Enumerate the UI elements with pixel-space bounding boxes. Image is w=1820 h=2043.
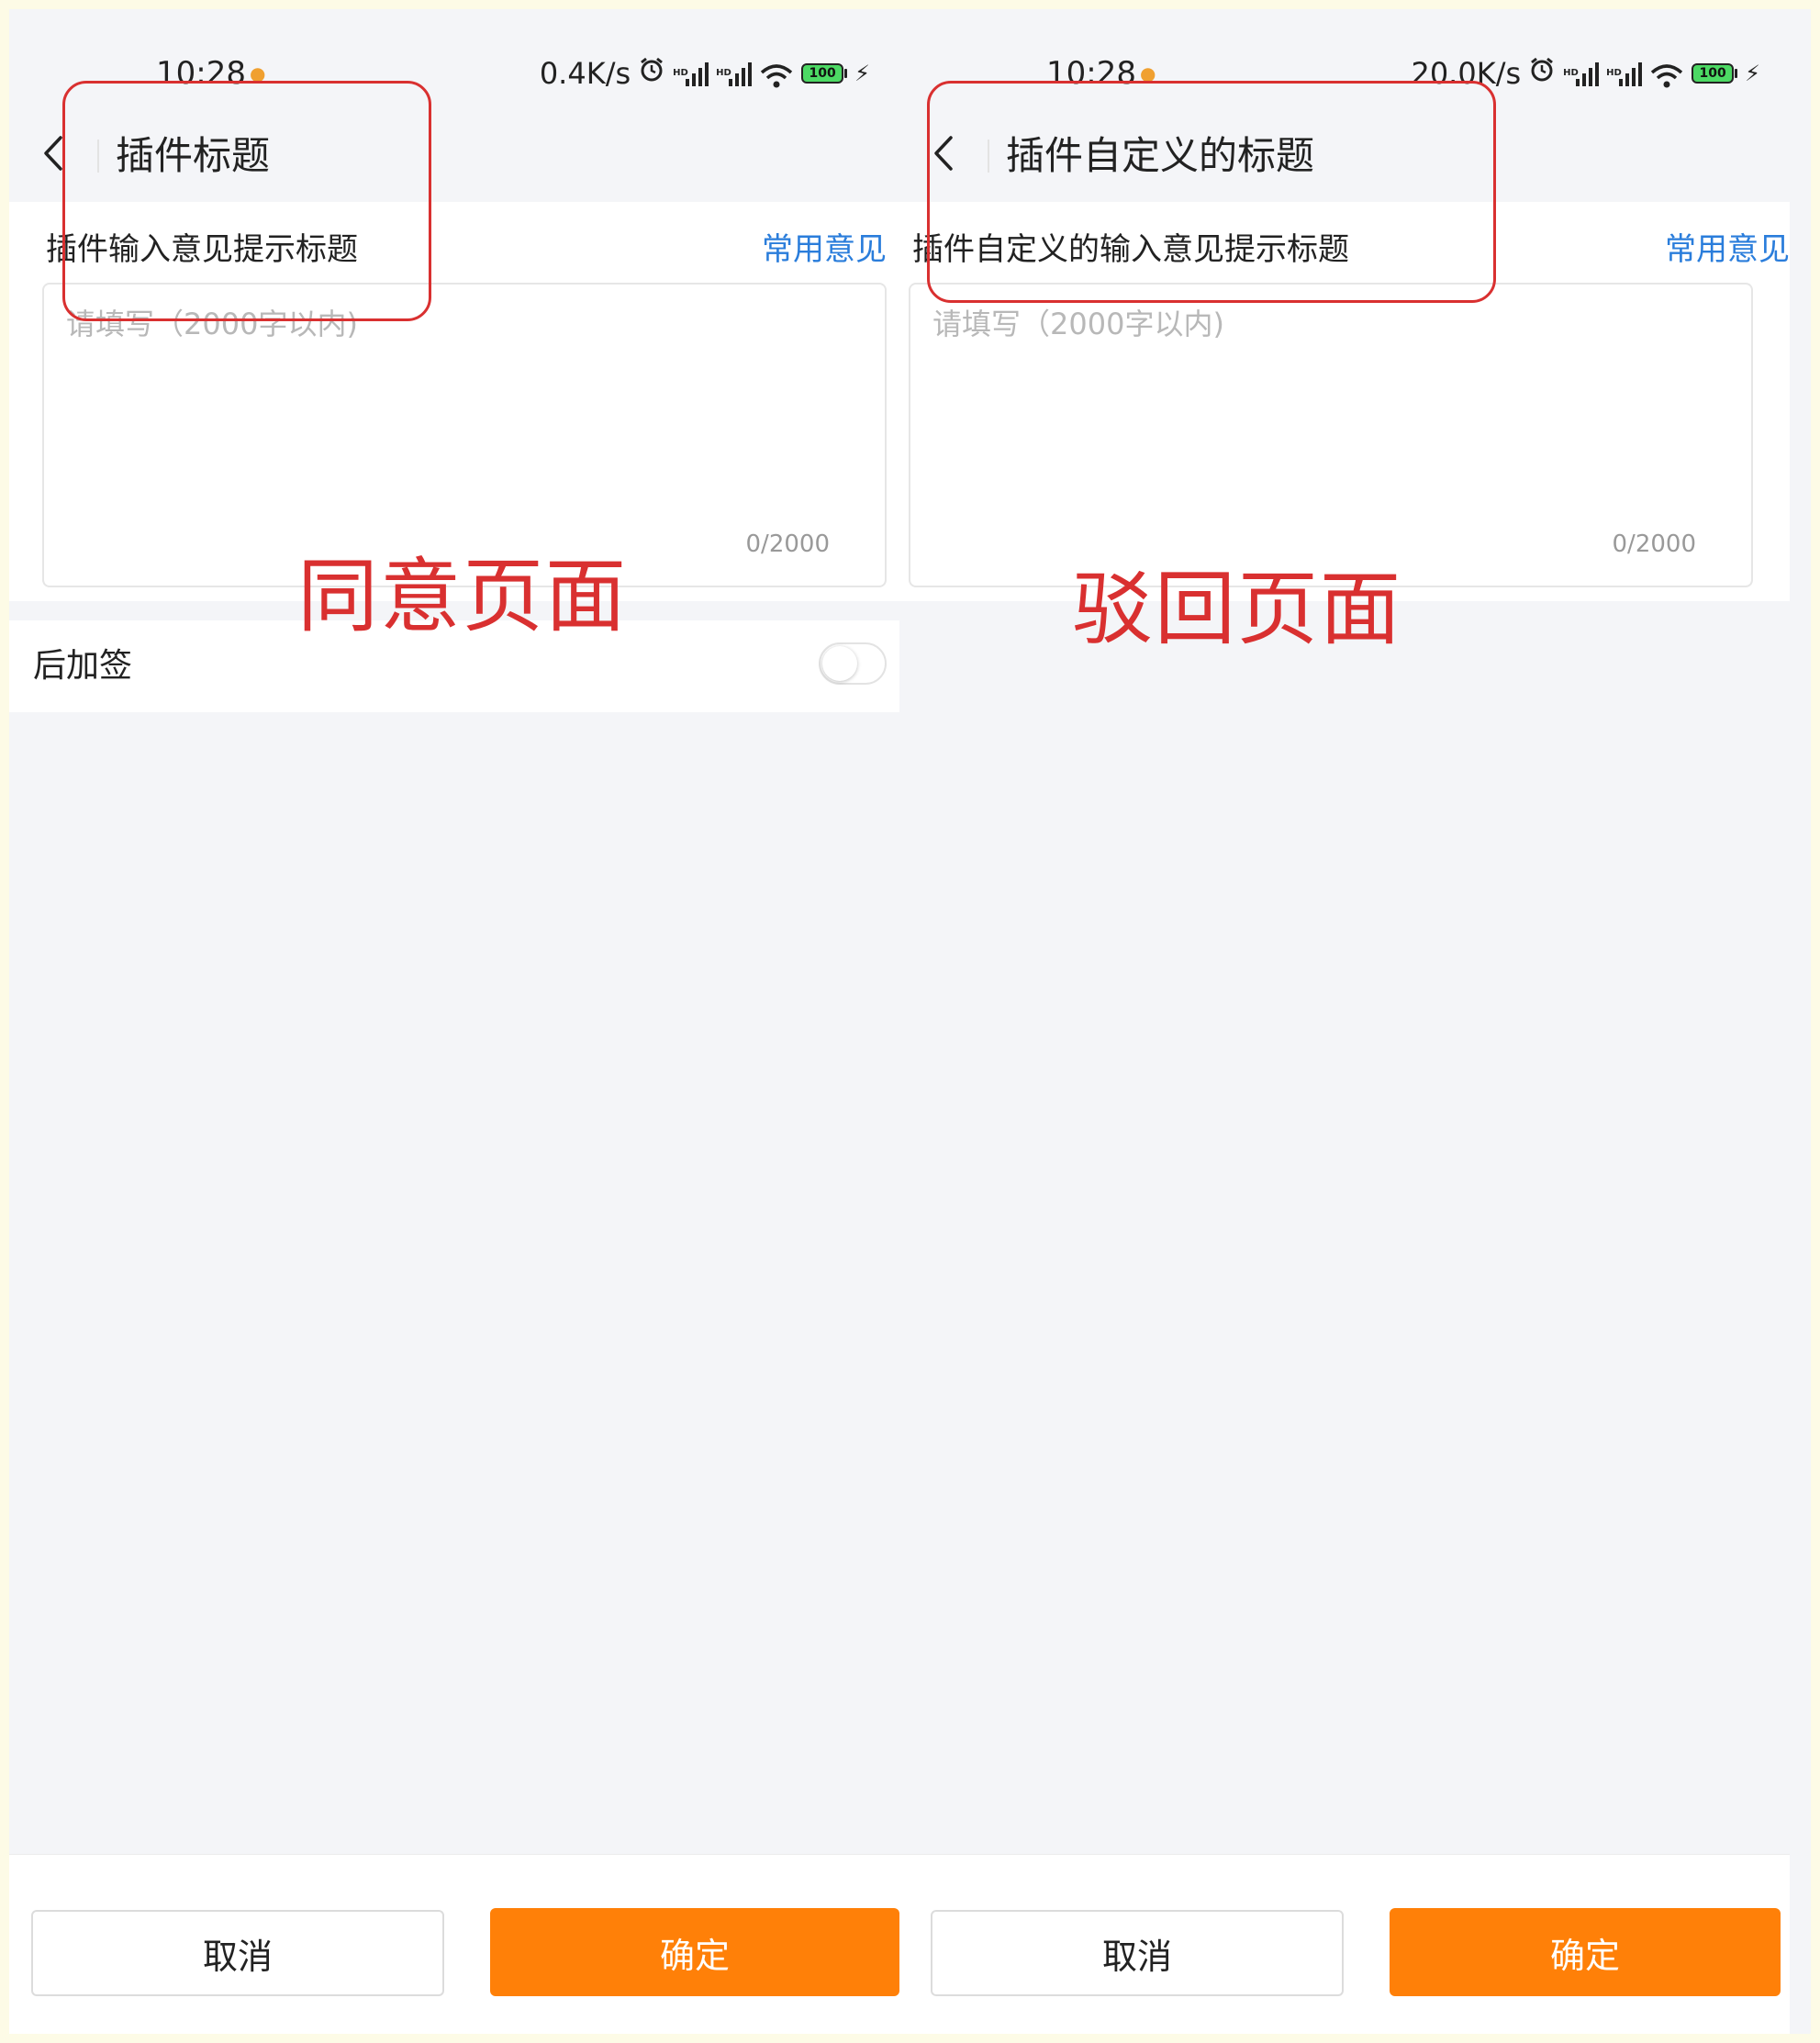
network-speed: 20.0K/s [1411, 56, 1522, 91]
battery-level: 100 [1692, 63, 1735, 84]
approve-page-screen: 10:28 ● 0.4K/s HD HD 100 ⚡ 插件标题 插件输入意见提示… [9, 9, 899, 2034]
action-bar: 取消 确定 [899, 1854, 1790, 2034]
cancel-button[interactable]: 取消 [31, 1910, 444, 1996]
network-speed: 0.4K/s [539, 56, 631, 91]
nav-bar: 插件自定义的标题 [899, 110, 1790, 211]
status-bar: 10:28 ● 0.4K/s HD HD 100 ⚡ [9, 9, 899, 92]
common-opinions-link[interactable]: 常用意见 [1665, 229, 1790, 270]
action-bar: 取消 确定 [9, 1854, 899, 2034]
wifi-icon [759, 61, 794, 88]
status-time: 10:28 ● [156, 55, 265, 92]
opinion-section: 插件自定义的输入意见提示标题 常用意见 0/2000 [899, 202, 1790, 601]
bolt-icon: ⚡ [1745, 61, 1760, 86]
comparison-frame: 10:28 ● 0.4K/s HD HD 100 ⚡ 插件标题 插件输入意见提示… [9, 9, 1811, 2034]
char-counter: 0/2000 [1612, 530, 1696, 558]
opinion-label: 插件自定义的输入意见提示标题 [912, 231, 1349, 268]
alarm-clock-icon [1528, 55, 1556, 92]
page-title: 插件标题 [116, 133, 271, 178]
status-time-text: 10:28 [1046, 55, 1136, 92]
page-title: 插件自定义的标题 [1006, 133, 1315, 178]
countersign-label: 后加签 [33, 647, 133, 685]
status-time-text: 10:28 [156, 55, 246, 92]
battery-icon: 100 [1692, 63, 1738, 84]
common-opinions-link[interactable]: 常用意见 [762, 229, 887, 270]
notification-icon: ● [249, 62, 266, 84]
signal-bars-icon: HD [673, 61, 709, 86]
opinion-label: 插件输入意见提示标题 [46, 231, 358, 268]
chevron-left-icon[interactable] [37, 130, 70, 176]
signal-bars-icon: HD [1563, 61, 1600, 86]
nav-bar: 插件标题 [9, 110, 899, 211]
opinion-input-box: 0/2000 [909, 283, 1753, 587]
status-time: 10:28 ● [1046, 55, 1156, 92]
reject-page-screen: 10:28 ● 20.0K/s HD HD 100 ⚡ 插件自定义的标题 插件自… [899, 9, 1790, 2034]
status-indicators: 20.0K/s HD HD 100 ⚡ [1411, 55, 1760, 92]
char-counter: 0/2000 [745, 530, 830, 558]
alarm-clock-icon [638, 55, 665, 92]
bolt-icon: ⚡ [854, 61, 870, 86]
battery-icon: 100 [801, 63, 848, 84]
nav-divider [988, 140, 989, 173]
notification-icon: ● [1139, 62, 1156, 84]
opinion-section: 插件输入意见提示标题 常用意见 0/2000 [9, 202, 899, 601]
annotation-approve-label: 同意页面 [297, 549, 629, 643]
countersign-toggle[interactable] [819, 642, 887, 685]
annotation-reject-label: 驳回页面 [1072, 562, 1403, 656]
signal-bars-icon: HD [1606, 61, 1643, 86]
signal-bars-icon: HD [716, 61, 753, 86]
status-bar: 10:28 ● 20.0K/s HD HD 100 ⚡ [899, 9, 1790, 92]
nav-divider [97, 140, 99, 173]
confirm-button[interactable]: 确定 [490, 1908, 899, 1996]
cancel-button[interactable]: 取消 [931, 1910, 1344, 1996]
confirm-button[interactable]: 确定 [1390, 1908, 1781, 1996]
wifi-icon [1649, 61, 1684, 88]
chevron-left-icon[interactable] [927, 130, 960, 176]
battery-level: 100 [801, 63, 844, 84]
status-indicators: 0.4K/s HD HD 100 ⚡ [540, 55, 870, 92]
toggle-knob [822, 646, 857, 681]
opinion-input-box: 0/2000 [42, 283, 887, 587]
